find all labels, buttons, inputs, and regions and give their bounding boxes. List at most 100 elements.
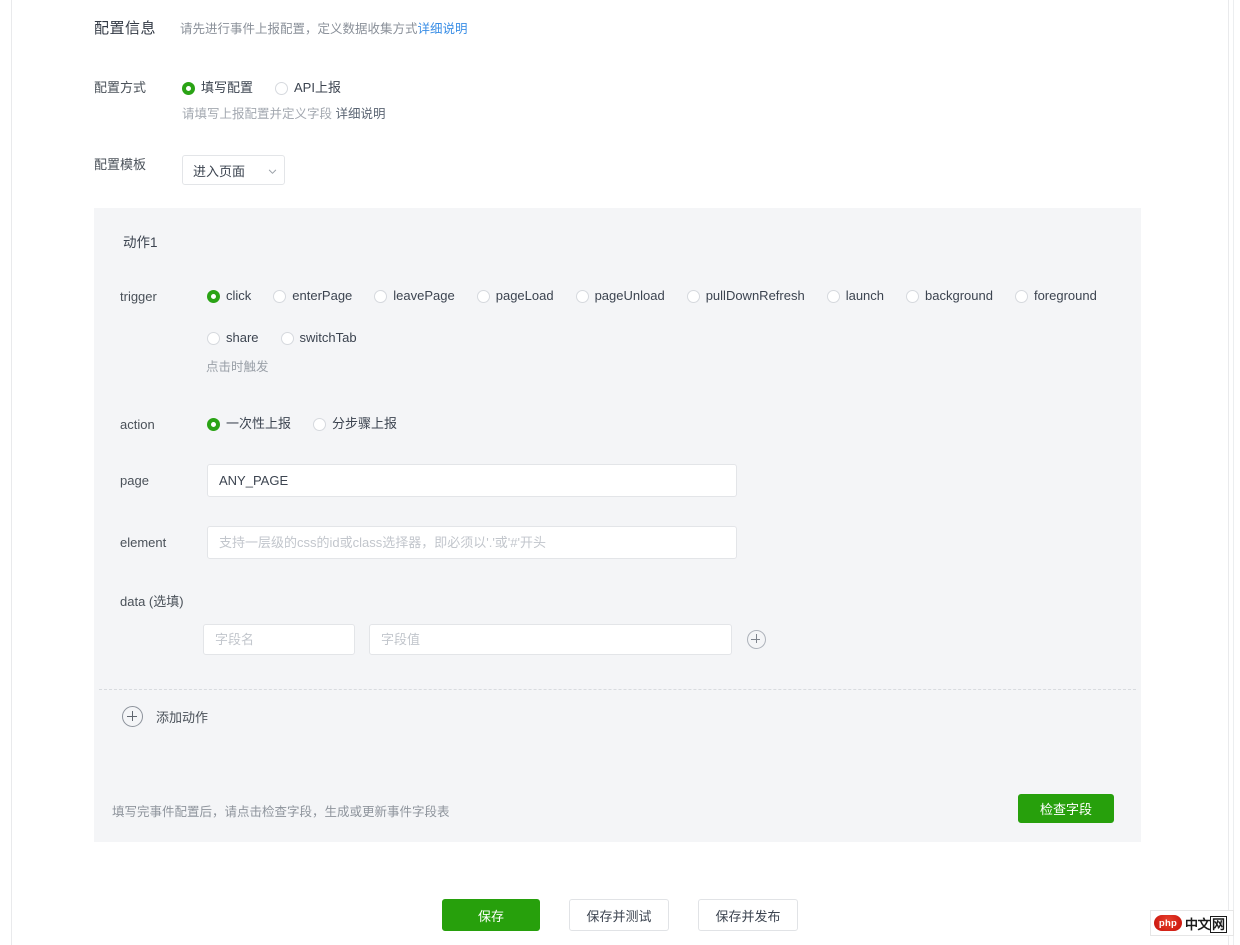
radio-label: enterPage xyxy=(292,288,353,303)
radio-trigger-switchtab[interactable]: switchTab xyxy=(280,328,357,348)
radio-trigger-click[interactable]: click xyxy=(207,286,251,306)
radio-label: background xyxy=(925,288,993,303)
radio-trigger-enterpage[interactable]: enterPage xyxy=(273,286,352,306)
element-field-row: element xyxy=(120,526,737,559)
radio-label: leavePage xyxy=(393,288,455,303)
page-field-label: page xyxy=(120,473,149,488)
trigger-radio-line-1: click enterPage leavePage pageLoad pageU… xyxy=(207,286,1119,306)
radio-label: launch xyxy=(845,288,885,303)
radio-dot-icon xyxy=(826,289,840,303)
radio-label: pullDownRefresh xyxy=(705,288,805,303)
add-data-field-icon[interactable] xyxy=(747,630,766,649)
trigger-label: trigger xyxy=(120,289,157,304)
radio-trigger-pageunload[interactable]: pageUnload xyxy=(575,286,665,306)
page-header: 配置信息 请先进行事件上报配置，定义数据收集方式详细说明 xyxy=(94,17,468,38)
trigger-row: trigger click enterPage leavePage pageLo… xyxy=(120,286,1119,348)
radio-dot-icon xyxy=(273,289,287,303)
page-left-border xyxy=(11,0,12,945)
trigger-radio-group: click enterPage leavePage pageLoad pageU… xyxy=(207,286,1119,348)
config-mode-help: 请填写上报配置并定义字段 详细说明 xyxy=(182,103,386,122)
config-mode-label: 配置方式 xyxy=(94,80,147,95)
radio-label: 分步骤上报 xyxy=(332,416,398,431)
page-subtitle-text: 请先进行事件上报配置，定义数据收集方式 xyxy=(180,22,418,36)
action-card: 动作1 trigger click enterPage leavePage pa… xyxy=(94,208,1141,842)
page-title: 配置信息 xyxy=(94,20,157,37)
radio-label: switchTab xyxy=(299,330,357,345)
bottom-action-bar: 保存 保存并测试 保存并发布 xyxy=(0,899,1240,931)
radio-label: API上报 xyxy=(294,80,341,95)
radio-label: pageUnload xyxy=(594,288,665,303)
radio-label: click xyxy=(226,288,252,303)
trigger-radio-line-2: share switchTab xyxy=(207,328,1119,348)
radio-action-stepwise[interactable]: 分步骤上报 xyxy=(313,414,397,434)
element-field-label: element xyxy=(120,535,167,550)
action-card-title: 动作1 xyxy=(123,235,158,250)
config-template-select[interactable]: 进入页面 xyxy=(182,155,285,185)
radio-trigger-launch[interactable]: launch xyxy=(826,286,885,306)
radio-dot-icon xyxy=(374,289,388,303)
data-field-label: data (选填) xyxy=(120,594,184,609)
chevron-down-icon xyxy=(268,167,277,174)
config-mode-help-text: 请填写上报配置并定义字段 xyxy=(182,107,333,121)
radio-dot-icon xyxy=(313,417,327,431)
radio-dot-icon xyxy=(476,289,490,303)
config-mode-radio-group: 填写配置 API上报 xyxy=(182,78,363,98)
watermark-text-b: 网 xyxy=(1210,915,1227,933)
page-root: 配置信息 请先进行事件上报配置，定义数据收集方式详细说明 配置方式 填写配置 A… xyxy=(0,0,1240,945)
page-subtitle-link[interactable]: 详细说明 xyxy=(418,22,468,36)
radio-dot-icon xyxy=(906,289,920,303)
element-input[interactable] xyxy=(207,526,737,559)
radio-config-mode-fill[interactable]: 填写配置 xyxy=(182,78,253,98)
add-action-button[interactable]: 添加动作 xyxy=(122,706,208,727)
save-button[interactable]: 保存 xyxy=(442,899,540,931)
radio-trigger-share[interactable]: share xyxy=(207,328,259,348)
radio-trigger-pageload[interactable]: pageLoad xyxy=(476,286,554,306)
card-divider xyxy=(99,689,1136,690)
radio-trigger-leavepage[interactable]: leavePage xyxy=(374,286,455,306)
page-input[interactable] xyxy=(207,464,737,497)
save-and-test-button[interactable]: 保存并测试 xyxy=(569,899,669,931)
radio-dot-icon xyxy=(575,289,589,303)
page-field-row: page xyxy=(120,464,737,497)
radio-dot-icon xyxy=(275,81,289,95)
page-right-border xyxy=(1228,0,1229,945)
radio-action-once[interactable]: 一次性上报 xyxy=(207,414,291,434)
config-mode-row: 配置方式 填写配置 API上报 xyxy=(94,78,363,98)
radio-dot-icon xyxy=(207,331,220,345)
radio-label: 填写配置 xyxy=(201,80,254,95)
config-mode-help-link[interactable]: 详细说明 xyxy=(336,107,386,121)
radio-trigger-background[interactable]: background xyxy=(906,286,993,306)
action-row: action 一次性上报 分步骤上报 xyxy=(120,414,419,436)
radio-dot-icon xyxy=(207,417,220,431)
radio-config-mode-api[interactable]: API上报 xyxy=(275,78,341,98)
config-template-label: 配置模板 xyxy=(94,157,147,172)
watermark-text-a: 中文 xyxy=(1185,916,1211,932)
action-label: action xyxy=(120,417,155,432)
page-subtitle: 请先进行事件上报配置，定义数据收集方式详细说明 xyxy=(180,18,468,37)
data-field-row xyxy=(203,624,766,655)
watermark: php 中文网 xyxy=(1150,910,1234,936)
radio-label: 一次性上报 xyxy=(226,416,292,431)
radio-trigger-pulldownrefresh[interactable]: pullDownRefresh xyxy=(686,286,805,306)
page-right-border-outer xyxy=(1233,0,1234,945)
radio-dot-icon xyxy=(182,81,195,95)
data-key-input[interactable] xyxy=(203,624,355,655)
radio-label: pageLoad xyxy=(495,288,554,303)
check-fields-button[interactable]: 检查字段 xyxy=(1018,794,1114,823)
radio-label: foreground xyxy=(1033,288,1097,303)
radio-label: share xyxy=(226,330,259,345)
action-radio-group: 一次性上报 分步骤上报 xyxy=(207,414,419,434)
trigger-help-text: 点击时触发 xyxy=(206,360,269,374)
radio-dot-icon xyxy=(1014,289,1028,303)
card-footer-note: 填写完事件配置后，请点击检查字段，生成或更新事件字段表 xyxy=(112,805,450,819)
watermark-text: 中文网 xyxy=(1185,914,1227,933)
config-template-row: 配置模板 进入页面 xyxy=(94,155,285,185)
plus-circle-icon xyxy=(122,706,143,727)
radio-dot-icon xyxy=(207,289,220,303)
radio-dot-icon xyxy=(686,289,700,303)
save-and-publish-button[interactable]: 保存并发布 xyxy=(698,899,798,931)
radio-trigger-foreground[interactable]: foreground xyxy=(1014,286,1097,306)
config-template-value: 进入页面 xyxy=(193,163,246,179)
data-value-input[interactable] xyxy=(369,624,732,655)
add-action-label: 添加动作 xyxy=(156,710,209,725)
